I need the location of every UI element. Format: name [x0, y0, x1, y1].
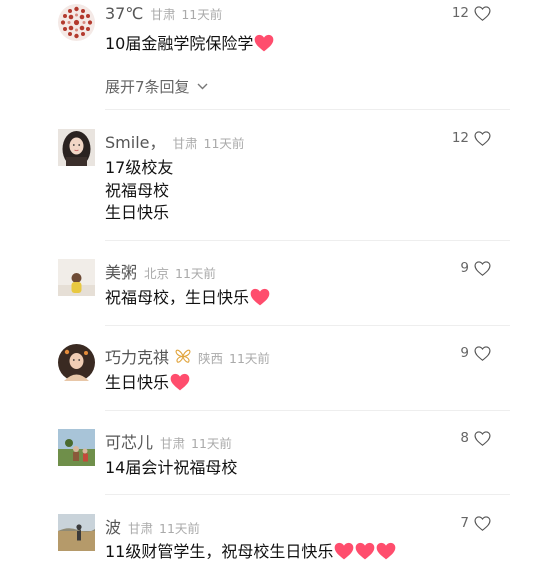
- comment-body: 11级财管学生，祝母校生日快乐: [105, 541, 396, 564]
- like-count: 9: [460, 260, 469, 276]
- comment-time: 11天前: [175, 266, 216, 281]
- red-heart-icon: [170, 373, 190, 391]
- like-button[interactable]: 7: [460, 515, 491, 531]
- comment-body: 祝福母校，生日快乐: [105, 287, 270, 310]
- user-name[interactable]: 37℃: [105, 4, 143, 23]
- like-count: 9: [460, 345, 469, 361]
- heart-outline-icon: [474, 130, 491, 146]
- comment-text-line: 祝福母校: [105, 180, 170, 200]
- user-name[interactable]: 波: [105, 514, 121, 538]
- heart-outline-icon: [474, 260, 491, 276]
- heart-outline-icon: [474, 430, 491, 446]
- user-name[interactable]: 巧力克祺: [105, 344, 169, 368]
- divider: [105, 494, 510, 495]
- red-heart-icon: [255, 34, 274, 52]
- comment-text: 10届金融学院保险学: [105, 34, 254, 53]
- comment-text-line: 生日快乐: [105, 203, 170, 222]
- user-region: 甘肃: [150, 7, 176, 22]
- comment-text-line: 10届金融学院保险学: [105, 33, 274, 56]
- comment-text-line: 17级校友: [105, 158, 174, 177]
- comment-text-line: 生日快乐: [105, 372, 190, 395]
- comment-body: 生日快乐: [105, 372, 190, 395]
- avatar[interactable]: [58, 129, 95, 166]
- user-region: 北京: [144, 266, 170, 281]
- user-region: 甘肃: [128, 521, 154, 536]
- like-button[interactable]: 9: [460, 345, 491, 361]
- red-heart-icon: [335, 542, 354, 560]
- comment-body: 17级校友 祝福母校 生日快乐: [105, 157, 173, 225]
- comment-time: 11天前: [191, 436, 232, 451]
- like-count: 8: [460, 430, 469, 446]
- comment-time: 11天前: [203, 136, 245, 151]
- red-heart-icon: [250, 288, 270, 306]
- user-region: 陕西: [198, 351, 224, 366]
- butterfly-icon: [175, 349, 191, 367]
- like-button[interactable]: 9: [460, 260, 491, 276]
- comment-list: 37℃ 甘肃 11天前 12 10届金融学院保险学 展开7条回复 Smile， …: [0, 0, 554, 571]
- red-heart-icon: [377, 542, 396, 560]
- comment-meta: Smile， 甘肃 11天前: [105, 129, 245, 152]
- like-count: 7: [460, 515, 469, 531]
- like-button[interactable]: 8: [460, 430, 491, 446]
- divider: [105, 109, 510, 110]
- user-region: 甘肃: [172, 136, 198, 151]
- comment-time: 11天前: [181, 7, 223, 22]
- expand-replies-label: 展开7条回复: [105, 78, 190, 96]
- divider: [105, 325, 510, 326]
- comment-body: 14届会计祝福母校: [105, 457, 237, 480]
- like-count: 12: [451, 5, 469, 21]
- divider: [105, 410, 510, 411]
- heart-outline-icon: [474, 345, 491, 361]
- comment-meta: 可芯儿 甘肃 11天前: [105, 429, 232, 452]
- user-name[interactable]: 可芯儿: [105, 429, 153, 453]
- avatar[interactable]: [58, 4, 95, 41]
- like-button[interactable]: 12: [452, 5, 491, 21]
- comment-text: 祝福母校，生日快乐: [105, 288, 250, 307]
- avatar[interactable]: [58, 429, 95, 466]
- comment-meta: 波 甘肃 11天前: [105, 514, 200, 537]
- like-button[interactable]: 12: [452, 130, 491, 146]
- comment-meta: 巧力克祺 陕西 11天前: [105, 344, 270, 367]
- like-count: 12: [451, 130, 469, 146]
- heart-outline-icon: [474, 515, 491, 531]
- comment-text-line: 祝福母校，生日快乐: [105, 287, 270, 310]
- comment-time: 11天前: [229, 351, 270, 366]
- comment-meta: 37℃ 甘肃 11天前: [105, 4, 222, 24]
- chevron-down-icon: [197, 83, 208, 90]
- divider: [105, 240, 510, 241]
- comment-text-line: 14届会计祝福母校: [105, 458, 238, 477]
- comment-meta: 美粥 北京 11天前: [105, 259, 216, 282]
- user-name[interactable]: 美粥: [105, 259, 137, 283]
- comment-body: 10届金融学院保险学: [105, 33, 274, 56]
- user-region: 甘肃: [160, 436, 186, 451]
- user-name[interactable]: Smile，: [105, 129, 165, 153]
- expand-replies-button[interactable]: 展开7条回复: [105, 76, 208, 97]
- comment-time: 11天前: [159, 521, 200, 536]
- red-heart-icon: [356, 542, 375, 560]
- comment-text: 11级财管学生，祝母校生日快乐: [105, 542, 334, 561]
- avatar[interactable]: [58, 514, 95, 551]
- heart-outline-icon: [474, 5, 491, 21]
- comment-text: 生日快乐: [105, 373, 170, 392]
- comment-text-line: 11级财管学生，祝母校生日快乐: [105, 541, 396, 564]
- avatar[interactable]: [58, 259, 95, 296]
- avatar[interactable]: [58, 344, 95, 381]
